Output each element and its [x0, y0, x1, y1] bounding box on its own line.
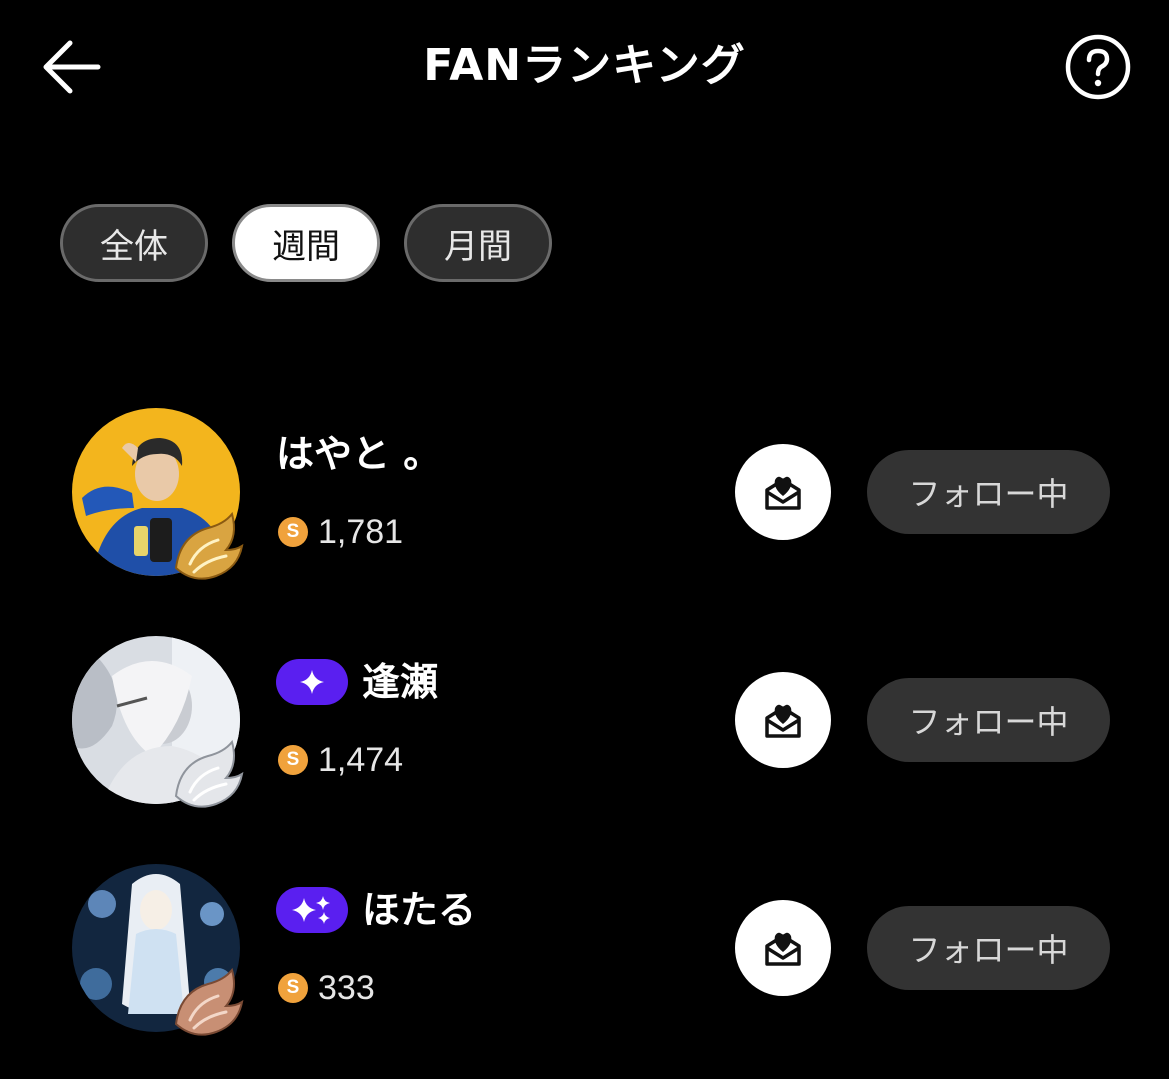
gold-wing-icon [174, 511, 244, 580]
tab-weekly[interactable]: 週間 [232, 204, 380, 282]
heart-letter-icon [765, 932, 801, 966]
user-name[interactable]: 逢瀬 [362, 656, 438, 708]
follow-button[interactable]: フォロー中 [867, 450, 1110, 534]
silver-wing-icon [174, 739, 244, 808]
coin-icon: S [278, 745, 308, 775]
help-button[interactable] [1064, 33, 1132, 101]
sparkles-icon [292, 896, 330, 924]
bronze-wing-icon [174, 967, 244, 1036]
name-line: はやと 。 [276, 428, 441, 480]
coin-value: 1,781 [318, 512, 404, 551]
rank-badge [276, 659, 348, 705]
avatar[interactable] [72, 864, 244, 1036]
heart-letter-icon [765, 476, 801, 510]
coin-line: S 333 [278, 968, 375, 1008]
send-letter-button[interactable] [735, 672, 831, 768]
send-letter-button[interactable] [735, 444, 831, 540]
coin-value: 333 [318, 968, 375, 1007]
user-name[interactable]: はやと 。 [276, 428, 441, 480]
avatar[interactable] [72, 636, 244, 808]
coin-line: S 1,474 [278, 740, 403, 780]
sparkle-icon [300, 670, 324, 694]
period-tabs: 全体 週間 月間 [60, 204, 552, 282]
name-line: ほたる [276, 884, 476, 936]
tab-monthly[interactable]: 月間 [404, 204, 552, 282]
name-line: 逢瀬 [276, 656, 438, 708]
coin-line: S 1,781 [278, 512, 403, 552]
follow-button[interactable]: フォロー中 [867, 678, 1110, 762]
coin-icon: S [278, 517, 308, 547]
coin-value: 1,474 [318, 740, 404, 779]
tab-all[interactable]: 全体 [60, 204, 208, 282]
ranking-row: ほたる S 333 フォロー中 [0, 864, 1169, 1044]
follow-button[interactable]: フォロー中 [867, 906, 1110, 990]
heart-letter-icon [765, 704, 801, 738]
ranking-row: はやと 。 S 1,781 フォロー中 [0, 408, 1169, 588]
send-letter-button[interactable] [735, 900, 831, 996]
user-name[interactable]: ほたる [362, 884, 476, 936]
rank-badge [276, 887, 348, 933]
avatar[interactable] [72, 408, 244, 580]
page-title: FANランキング [423, 40, 746, 91]
question-circle-icon [1065, 34, 1131, 100]
coin-icon: S [278, 973, 308, 1003]
ranking-row: 逢瀬 S 1,474 フォロー中 [0, 636, 1169, 816]
